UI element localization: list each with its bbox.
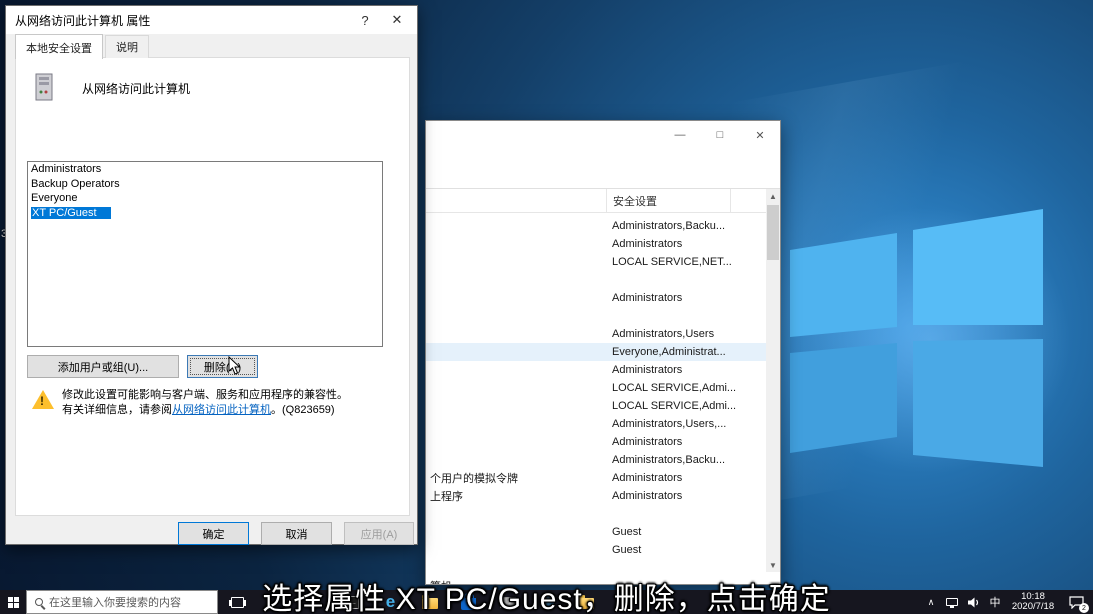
scroll-up-icon[interactable]: ▲ — [766, 189, 780, 203]
policy-help-link[interactable]: 从网络访问此计算机 — [172, 404, 271, 416]
close-button[interactable]: ✕ — [740, 121, 780, 149]
policy-list-item[interactable]: XT PC/Guest — [28, 206, 382, 221]
dialog-title: 从网络访问此计算机 属性 — [6, 12, 150, 29]
maximize-button[interactable]: □ — [700, 121, 740, 149]
dialog-tabs: 本地安全设置 说明 — [15, 36, 151, 58]
policy-row[interactable]: Administrators,Users — [426, 325, 766, 343]
tab-local-security-setting[interactable]: 本地安全设置 — [15, 34, 103, 59]
tab-page: 从网络访问此计算机 AdministratorsBackup Operators… — [15, 57, 410, 516]
warning-icon — [32, 390, 54, 409]
scrollbar-thumb[interactable] — [767, 205, 779, 260]
policy-row[interactable] — [426, 271, 766, 289]
apply-button[interactable]: 应用(A) — [344, 522, 414, 545]
policy-row[interactable]: Administrators — [426, 289, 766, 307]
security-setting-column-header[interactable]: 安全设置 — [607, 189, 731, 212]
policy-row[interactable]: Administrators — [426, 361, 766, 379]
policy-row[interactable]: Administrators — [426, 433, 766, 451]
policy-column-header — [426, 189, 607, 212]
ok-button[interactable]: 确定 — [178, 522, 249, 545]
policy-row-list: Administrators,Backu...AdministratorsLOC… — [426, 217, 766, 585]
tab-explain[interactable]: 说明 — [105, 35, 149, 58]
scroll-down-icon[interactable]: ▼ — [766, 558, 780, 572]
policy-row[interactable]: Administrators — [426, 235, 766, 253]
user-group-listbox[interactable]: AdministratorsBackup OperatorsEveryoneXT… — [27, 161, 383, 347]
policy-icon — [32, 70, 60, 104]
secpol-toolbar — [426, 149, 780, 189]
cancel-button[interactable]: 取消 — [261, 522, 332, 545]
properties-dialog: 从网络访问此计算机 属性 ? ✕ 本地安全设置 说明 从网络访问此计算机 Adm… — [5, 5, 418, 545]
secpol-titlebar: — □ ✕ — [426, 121, 780, 149]
warning-line2-prefix: 有关详细信息，请参阅 — [62, 404, 172, 416]
policy-row[interactable] — [426, 307, 766, 325]
remove-button[interactable]: 删除(R) — [187, 355, 258, 378]
policy-row[interactable]: 个用户的模拟令牌Administrators — [426, 469, 766, 487]
policy-row[interactable]: LOCAL SERVICE,Admi... — [426, 397, 766, 415]
add-user-or-group-button[interactable]: 添加用户或组(U)... — [27, 355, 179, 378]
secpol-window: — □ ✕ 安全设置 Administrators,Backu...Admini… — [425, 120, 781, 585]
policy-row[interactable]: Guest — [426, 523, 766, 541]
policy-name-label: 从网络访问此计算机 — [82, 80, 190, 97]
dialog-titlebar: 从网络访问此计算机 属性 ? ✕ — [6, 6, 417, 34]
help-button[interactable]: ? — [351, 7, 379, 33]
warning-line2-suffix: 。(Q823659) — [271, 404, 335, 416]
minimize-button[interactable]: — — [660, 121, 700, 149]
warning-line1: 修改此设置可能影响与客户端、服务和应用程序的兼容性。 — [62, 389, 348, 401]
policy-row[interactable] — [426, 505, 766, 523]
policy-row[interactable]: Administrators,Users,... — [426, 415, 766, 433]
policy-row[interactable]: 上程序Administrators — [426, 487, 766, 505]
vertical-scrollbar[interactable]: ▲ ▼ — [766, 189, 780, 572]
policy-row[interactable]: LOCAL SERVICE,Admi... — [426, 379, 766, 397]
policy-list-item[interactable]: Backup Operators — [28, 177, 382, 192]
warning-text: 修改此设置可能影响与客户端、服务和应用程序的兼容性。 有关详细信息，请参阅从网络… — [62, 388, 392, 418]
policy-row[interactable]: Administrators,Backu... — [426, 451, 766, 469]
policy-row[interactable]: Administrators,Backu... — [426, 217, 766, 235]
windows-wallpaper-logo — [775, 195, 1065, 485]
secpol-column-headers[interactable]: 安全设置 — [426, 189, 766, 213]
policy-list-item[interactable]: Administrators — [28, 162, 382, 177]
mouse-cursor — [228, 356, 242, 376]
desktop-background: 3 — □ ✕ 安全设置 Administrators,Backu...Admi… — [0, 0, 1093, 614]
policy-list-item[interactable]: Everyone — [28, 191, 382, 206]
video-subtitle: 选择属性 XT PC/Guest，删除，点击确定 — [0, 574, 1093, 614]
policy-row[interactable]: Everyone,Administrat... — [426, 343, 766, 361]
policy-row[interactable]: LOCAL SERVICE,NET... — [426, 253, 766, 271]
policy-row[interactable]: Guest — [426, 541, 766, 559]
close-icon[interactable]: ✕ — [383, 7, 411, 33]
